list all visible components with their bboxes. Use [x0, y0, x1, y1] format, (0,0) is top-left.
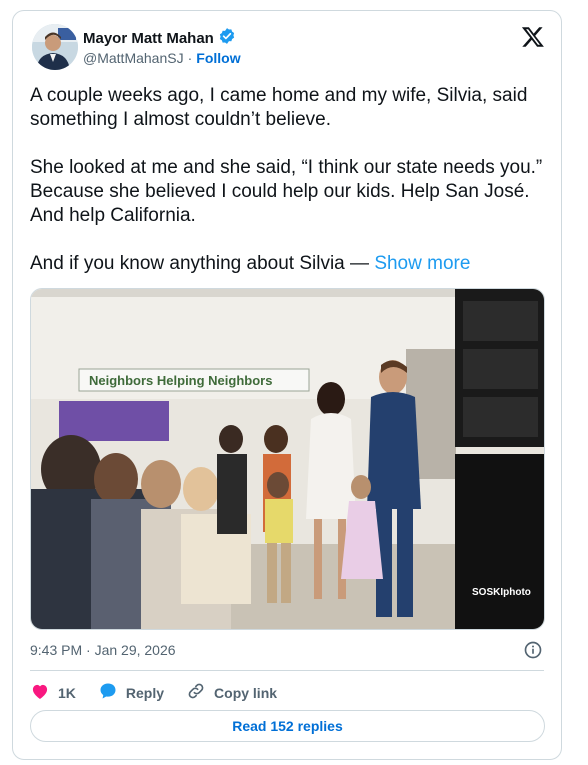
tweet-timestamp[interactable]: 9:43 PM · Jan 29, 2026 [30, 642, 176, 658]
author-name-row: Mayor Matt Mahan [83, 27, 236, 50]
reply-bubble-icon [98, 681, 118, 704]
tweet-paragraph-2: She looked at me and she said, “I think … [30, 157, 543, 226]
banner-text: Neighbors Helping Neighbors [89, 373, 272, 388]
handle-separator: · [187, 50, 193, 66]
author-handle[interactable]: @MattMahanSJ [83, 50, 184, 66]
tweet-card: Mayor Matt Mahan @MattMahanSJ · Follow A… [12, 10, 562, 760]
divider [30, 670, 544, 671]
tweet-text: A couple weeks ago, I came home and my w… [30, 84, 550, 276]
author-name[interactable]: Mayor Matt Mahan [83, 30, 214, 47]
read-replies-button[interactable]: Read 152 replies [30, 710, 545, 742]
show-more-link[interactable]: Show more [374, 253, 470, 274]
x-logo-icon[interactable] [521, 25, 545, 49]
copy-link-label: Copy link [214, 684, 278, 701]
like-count: 1K [58, 684, 76, 701]
photo-watermark: SOSKIphoto [472, 587, 531, 598]
tweet-paragraph-3-text: And if you know anything about Silvia — [30, 253, 370, 274]
info-icon[interactable] [523, 640, 543, 660]
heart-icon [30, 681, 50, 704]
tweet-photo[interactable]: Neighbors Helping Neighbors SOSKIphoto [30, 288, 545, 630]
follow-link[interactable]: Follow [196, 50, 240, 66]
tweet-paragraph-3: And if you know anything about Silvia — … [30, 252, 550, 276]
copy-link-button[interactable]: Copy link [186, 681, 277, 704]
reply-button[interactable]: Reply [98, 681, 164, 704]
reply-label: Reply [125, 684, 165, 701]
action-bar: 1K Reply Copy link [30, 681, 277, 704]
link-icon [186, 681, 206, 704]
verified-badge-icon [218, 27, 236, 50]
avatar[interactable] [32, 24, 78, 70]
author-handle-row: @MattMahanSJ · Follow [83, 50, 241, 66]
like-button[interactable]: 1K [30, 681, 76, 704]
tweet-paragraph-1: A couple weeks ago, I came home and my w… [30, 85, 528, 130]
